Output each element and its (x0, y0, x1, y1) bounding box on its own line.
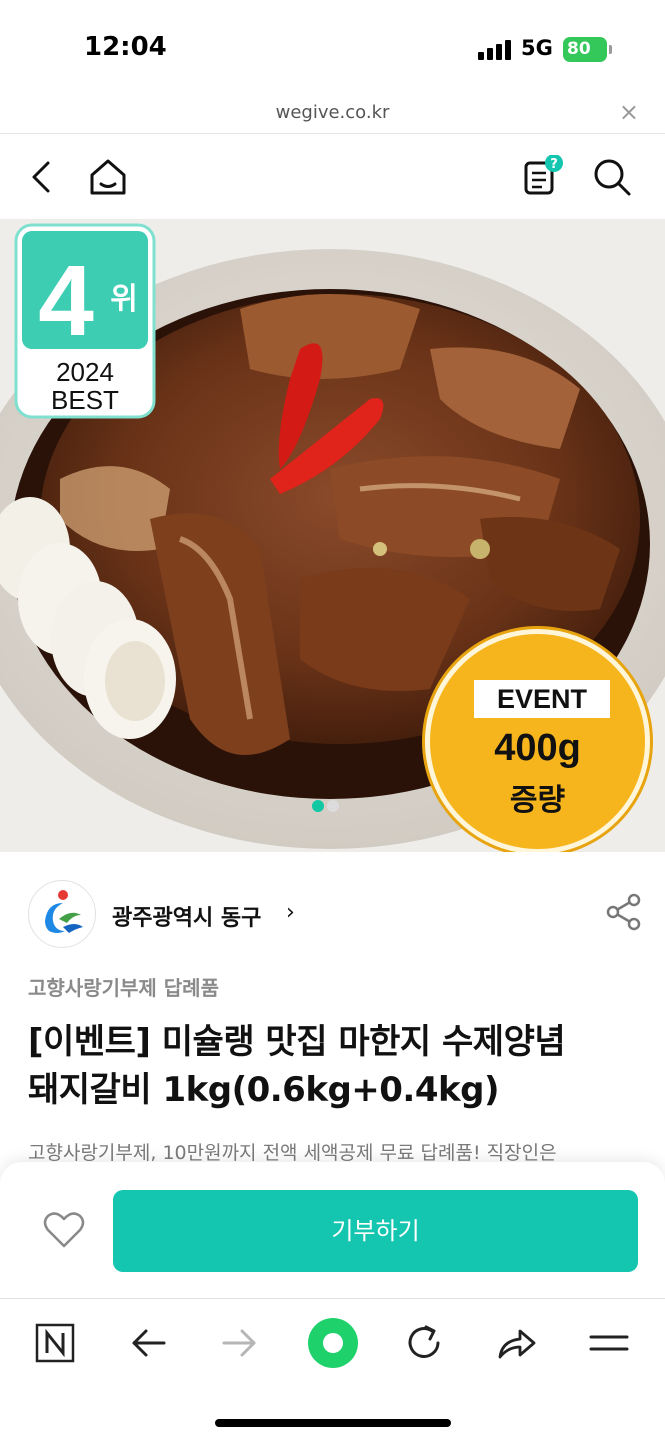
rank-label: BEST (51, 385, 119, 415)
forward-arrow-icon[interactable] (218, 1321, 262, 1365)
donate-button[interactable]: 기부하기 (113, 1190, 638, 1272)
product-title-line1: [이벤트] 미슐랭 맛집 마한지 수제양념 (28, 1022, 566, 1062)
product-image-carousel[interactable]: 4 위 2024 BEST EVENT 400g 증량 (0, 219, 665, 852)
product-title: [이벤트] 미슐랭 맛집 마한지 수제양념 돼지갈비 1kg(0.6kg+0.4… (28, 1018, 648, 1114)
green-dot-icon[interactable] (307, 1317, 359, 1369)
share-arrow-icon[interactable] (494, 1321, 538, 1365)
network-type: 5G (521, 36, 553, 60)
product-category: 고향사랑기부제 답례품 (28, 976, 219, 1000)
home-indicator (215, 1419, 451, 1427)
url-bar[interactable]: wegive.co.kr × (0, 98, 665, 134)
status-bar: 12:04 5G 80 (0, 0, 665, 98)
back-arrow-icon[interactable] (126, 1321, 170, 1365)
refresh-icon[interactable] (402, 1321, 446, 1365)
rank-badge: 4 위 2024 BEST (14, 223, 156, 419)
top-nav: ? (0, 135, 665, 219)
event-badge: EVENT 400g 증량 (425, 629, 650, 852)
status-time: 12:04 (84, 32, 167, 62)
naver-icon[interactable] (33, 1321, 77, 1365)
seller-name[interactable]: 광주광역시 동구 (112, 900, 261, 932)
rank-year: 2024 (56, 357, 114, 387)
share-icon[interactable] (604, 892, 644, 932)
carousel-dot[interactable] (327, 800, 339, 812)
carousel-dot-active[interactable] (312, 800, 324, 812)
url-text[interactable]: wegive.co.kr (0, 102, 665, 123)
help-badge: ? (550, 157, 558, 172)
event-subtitle: 증량 (509, 783, 566, 818)
rank-badge-shape: 4 위 2024 BEST (14, 223, 156, 419)
home-icon[interactable] (86, 155, 130, 199)
event-tag: EVENT (474, 680, 610, 718)
signal-icon (478, 40, 512, 60)
carousel-indicator[interactable] (312, 797, 342, 816)
menu-icon[interactable] (587, 1321, 631, 1365)
seller-logo (28, 880, 96, 948)
close-icon[interactable]: × (619, 98, 639, 126)
rank-number: 4 (38, 245, 94, 357)
heart-icon[interactable] (42, 1210, 86, 1250)
search-icon[interactable] (590, 155, 634, 199)
event-amount: 400g (494, 727, 581, 769)
back-icon[interactable] (20, 155, 64, 199)
browser-toolbar (0, 1298, 665, 1440)
product-title-line2: 돼지갈비 1kg(0.6kg+0.4kg) (28, 1070, 500, 1110)
product-description: 고향사랑기부제, 10만원까지 전액 세액공제 무료 답례품! 직장인은 (28, 1142, 557, 1164)
chevron-right-icon[interactable]: › (286, 900, 295, 925)
battery-level: 80 (567, 39, 591, 59)
gwangju-logo-icon (45, 890, 83, 933)
battery-icon: 80 (563, 37, 612, 62)
rank-suffix: 위 (110, 282, 138, 317)
donate-panel: 기부하기 (0, 1162, 665, 1298)
cart-help-icon[interactable]: ? (520, 155, 564, 199)
seller-row[interactable]: 광주광역시 동구 › (28, 878, 648, 950)
